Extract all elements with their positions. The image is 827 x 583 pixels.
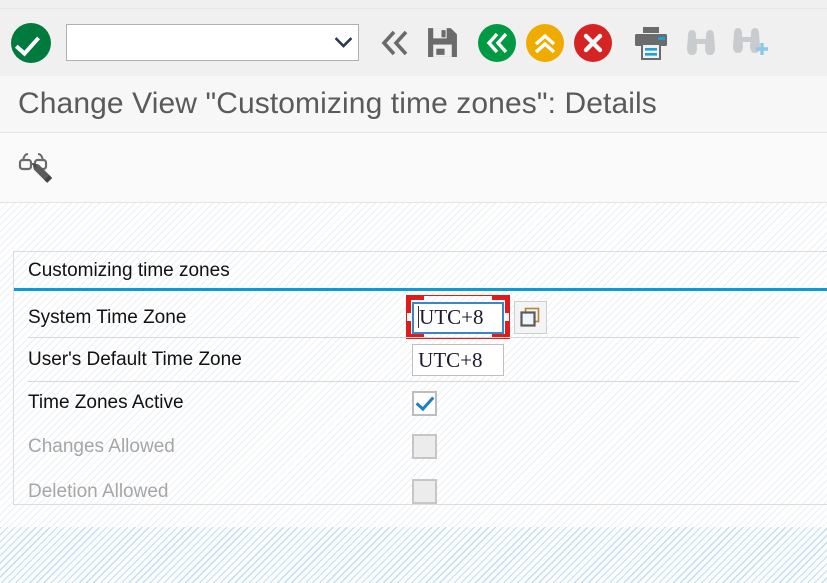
stop-icon[interactable] bbox=[569, 21, 617, 65]
checkmark-icon bbox=[415, 391, 435, 412]
status-bar-area bbox=[0, 527, 827, 583]
form-row-time-zones-active: Time Zones Active bbox=[14, 382, 827, 424]
multiple-selection-icon[interactable] bbox=[514, 301, 548, 334]
find-icon[interactable] bbox=[677, 21, 725, 65]
enter-icon[interactable] bbox=[10, 22, 52, 64]
back-icon[interactable] bbox=[375, 21, 419, 65]
exit-icon[interactable] bbox=[473, 21, 521, 65]
print-icon[interactable] bbox=[625, 21, 677, 65]
command-field[interactable] bbox=[66, 24, 359, 61]
checkbox-deletion-allowed bbox=[412, 479, 438, 504]
page-title: Change View "Customizing time zones": De… bbox=[18, 87, 657, 120]
command-input[interactable] bbox=[67, 25, 328, 60]
text-caret bbox=[418, 306, 420, 328]
label-changes-allowed: Changes Allowed bbox=[28, 435, 175, 457]
section-title: Customizing time zones bbox=[14, 252, 827, 291]
input-system-time-zone[interactable] bbox=[412, 301, 505, 334]
form-row-deletion-allowed: Deletion Allowed bbox=[14, 469, 827, 514]
display-change-icon[interactable] bbox=[16, 146, 60, 190]
details-form-panel: Customizing time zones System Time Zone bbox=[13, 251, 827, 505]
application-toolbar bbox=[0, 133, 827, 203]
window-top-strip bbox=[0, 0, 827, 9]
form-row-changes-allowed: Changes Allowed bbox=[14, 424, 827, 469]
find-next-icon[interactable] bbox=[725, 21, 775, 65]
cancel-up-icon[interactable] bbox=[521, 21, 569, 65]
chevron-down-icon[interactable] bbox=[328, 25, 358, 60]
title-bar: Change View "Customizing time zones": De… bbox=[0, 76, 827, 133]
save-icon[interactable] bbox=[419, 21, 465, 65]
form-row-user-default-time-zone: User's Default Time Zone bbox=[14, 338, 827, 382]
input-user-default-time-zone[interactable] bbox=[412, 344, 505, 376]
work-area: Customizing time zones System Time Zone bbox=[0, 203, 827, 527]
form-row-system-time-zone: System Time Zone bbox=[14, 295, 827, 339]
field-user-default-time-zone bbox=[412, 344, 505, 376]
system-toolbar bbox=[0, 9, 827, 76]
checkbox-time-zones-active[interactable] bbox=[412, 390, 438, 416]
label-deletion-allowed: Deletion Allowed bbox=[28, 480, 169, 502]
label-system-time-zone: System Time Zone bbox=[28, 306, 187, 328]
checkbox-changes-allowed bbox=[412, 434, 438, 459]
field-system-time-zone bbox=[406, 295, 548, 339]
label-user-default-time-zone: User's Default Time Zone bbox=[28, 349, 242, 370]
label-time-zones-active: Time Zones Active bbox=[28, 392, 184, 413]
